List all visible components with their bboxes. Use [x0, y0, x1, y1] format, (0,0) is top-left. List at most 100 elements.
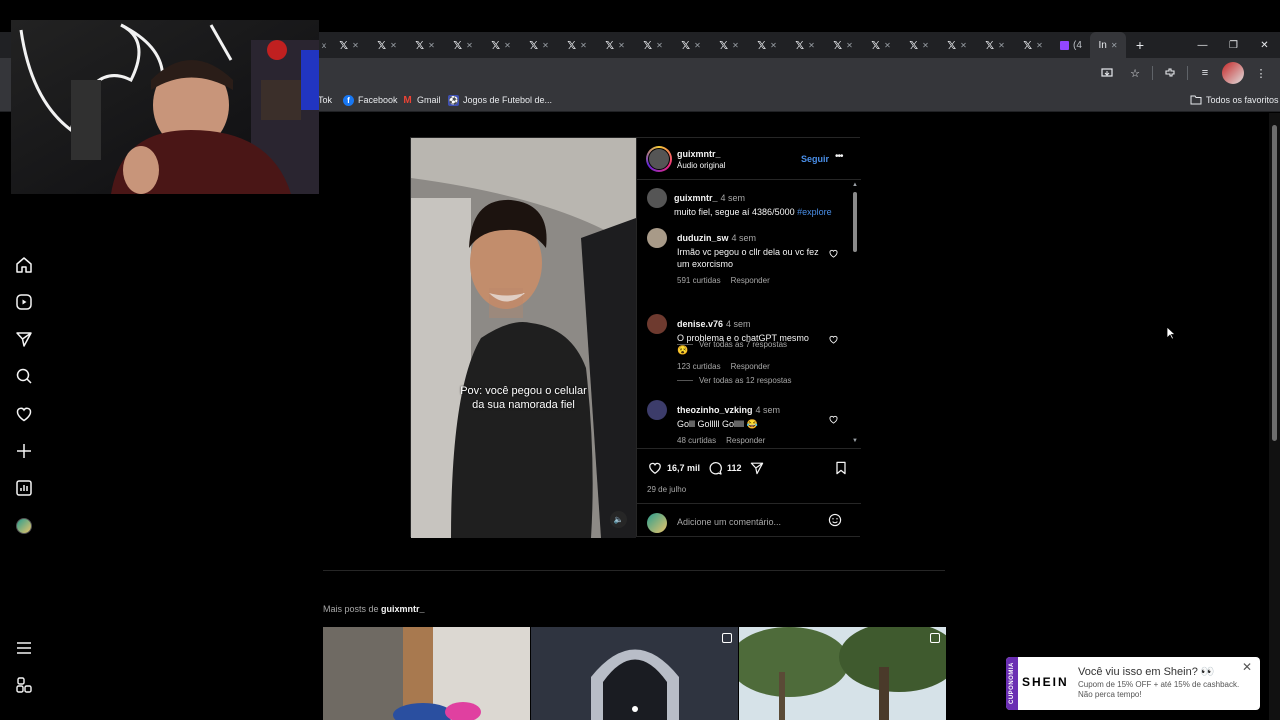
tab-close-icon[interactable]: ✕: [1111, 41, 1118, 50]
browser-menu-icon[interactable]: ⋮: [1250, 62, 1272, 84]
audio-toggle-icon[interactable]: 🔈: [610, 511, 627, 528]
browser-tab-x[interactable]: 𝕏 ✕: [938, 32, 976, 58]
tab-close-icon[interactable]: ✕: [998, 41, 1005, 50]
more-post-thumbnail[interactable]: [531, 627, 738, 720]
bookmark-star-icon[interactable]: ☆: [1124, 62, 1146, 84]
add-comment-input[interactable]: Adicione um comentário...: [677, 517, 781, 527]
comment-like-heart-icon[interactable]: [828, 412, 840, 424]
comment-likes[interactable]: 48 curtidas: [677, 436, 716, 445]
tab-close-icon[interactable]: ✕: [390, 41, 397, 50]
emoji-picker-icon[interactable]: [827, 512, 845, 530]
dashboard-icon[interactable]: [14, 478, 34, 498]
caption-username[interactable]: guixmntr_: [674, 193, 718, 203]
comment-username[interactable]: denise.v76: [677, 319, 723, 329]
browser-tab-x[interactable]: 𝕏 ✕: [900, 32, 938, 58]
tab-close-icon[interactable]: ✕: [846, 41, 853, 50]
save-button[interactable]: [833, 459, 849, 477]
window-close-icon[interactable]: ✕: [1249, 32, 1280, 58]
browser-tab-x[interactable]: 𝕏 ✕: [672, 32, 710, 58]
scroll-down-icon[interactable]: ▼: [851, 438, 859, 444]
reply-button[interactable]: Responder: [731, 276, 770, 285]
more-menu-icon[interactable]: [14, 638, 34, 658]
shein-popup[interactable]: CUPONOMIA SHEIN Você viu isso em Shein? …: [1006, 657, 1260, 710]
browser-tab-x[interactable]: 𝕏 ✕: [710, 32, 748, 58]
minimize-icon[interactable]: —: [1187, 32, 1218, 58]
tab-close-icon[interactable]: ✕: [960, 41, 967, 50]
profile-avatar-nav[interactable]: [16, 518, 32, 534]
comment-likes[interactable]: 591 curtidas: [677, 276, 721, 285]
comment-button[interactable]: 112: [707, 459, 742, 477]
bookmark-tiktok[interactable]: Tok: [318, 88, 332, 112]
tab-close-icon[interactable]: ✕: [542, 41, 549, 50]
new-tab-button[interactable]: +: [1126, 32, 1154, 58]
browser-tab-x[interactable]: 𝕏 ✕: [406, 32, 444, 58]
browser-tab-x[interactable]: 𝕏 ✕: [482, 32, 520, 58]
tab-close-icon[interactable]: ⅹ: [322, 41, 327, 50]
also-from-meta-icon[interactable]: [14, 675, 34, 695]
comment-avatar[interactable]: [647, 400, 667, 420]
tab-close-icon[interactable]: ✕: [580, 41, 587, 50]
browser-tab-x[interactable]: 𝕏 ✕: [444, 32, 482, 58]
browser-tab-x[interactable]: 𝕏 ✕: [596, 32, 634, 58]
author-username[interactable]: guixmntr_: [677, 149, 721, 159]
bookmark-gmail[interactable]: M Gmail: [402, 88, 440, 112]
tab-close-icon[interactable]: ✕: [504, 41, 511, 50]
reels-icon[interactable]: [14, 292, 34, 312]
search-icon[interactable]: [14, 366, 34, 386]
browser-tab-x[interactable]: 𝕏 ✕: [634, 32, 672, 58]
notifications-heart-icon[interactable]: [14, 404, 34, 424]
view-replies-button[interactable]: Ver todas as 12 respostas: [677, 376, 792, 385]
browser-tab-x[interactable]: 𝕏 ✕: [862, 32, 900, 58]
scroll-thumb[interactable]: [853, 192, 857, 252]
comment-like-heart-icon[interactable]: [828, 332, 840, 344]
comment-username[interactable]: duduzin_sw: [677, 233, 729, 243]
caption-avatar[interactable]: [647, 188, 667, 208]
comment-like-heart-icon[interactable]: [828, 246, 840, 258]
tab-close-icon[interactable]: ✕: [732, 41, 739, 50]
install-app-icon[interactable]: [1096, 62, 1118, 84]
comment-username[interactable]: theozinho_vzking: [677, 405, 753, 415]
browser-tab-instagram-active[interactable]: In ✕: [1090, 32, 1126, 58]
browser-tab-x[interactable]: 𝕏 ✕: [748, 32, 786, 58]
popup-close-icon[interactable]: ✕: [1242, 660, 1252, 674]
tab-close-icon[interactable]: ✕: [618, 41, 625, 50]
comment-avatar[interactable]: [647, 314, 667, 334]
restore-icon[interactable]: ❐: [1218, 32, 1249, 58]
create-plus-icon[interactable]: [14, 441, 34, 461]
bookmark-jogos[interactable]: ⚽ Jogos de Futebol de...: [448, 88, 552, 112]
page-scroll-thumb[interactable]: [1272, 125, 1277, 441]
reply-button[interactable]: Responder: [726, 436, 765, 445]
caption-hashtag[interactable]: #explore: [797, 207, 832, 217]
comments-scrollbar[interactable]: ▲ ▼: [851, 182, 859, 448]
tab-close-icon[interactable]: ✕: [884, 41, 891, 50]
reel-video[interactable]: Pov: você pegou o celular da sua namorad…: [411, 138, 636, 538]
tab-partial[interactable]: ⅹ: [318, 32, 330, 58]
tab-close-icon[interactable]: ✕: [656, 41, 663, 50]
browser-tab-x[interactable]: 𝕏 ✕: [558, 32, 596, 58]
browser-tab-x[interactable]: 𝕏 ✕: [824, 32, 862, 58]
tab-close-icon[interactable]: ✕: [466, 41, 473, 50]
tab-close-icon[interactable]: ✕: [808, 41, 815, 50]
audio-link[interactable]: Áudio original: [677, 161, 725, 170]
page-scrollbar[interactable]: [1269, 113, 1280, 720]
bookmark-facebook[interactable]: f Facebook: [343, 88, 398, 112]
browser-tab-x[interactable]: 𝕏 ✕: [1014, 32, 1052, 58]
home-icon[interactable]: [14, 255, 34, 275]
follow-button[interactable]: Seguir: [801, 154, 829, 164]
profile-avatar[interactable]: [1222, 62, 1244, 84]
browser-tab-x[interactable]: 𝕏 ✕: [368, 32, 406, 58]
post-date[interactable]: 29 de julho: [647, 485, 686, 494]
browser-tab-x[interactable]: 𝕏 ✕: [520, 32, 558, 58]
extensions-icon[interactable]: [1159, 62, 1181, 84]
tab-close-icon[interactable]: ✕: [770, 41, 777, 50]
comment-likes[interactable]: 123 curtidas: [677, 362, 721, 371]
share-button[interactable]: [749, 459, 765, 477]
more-options-icon[interactable]: •••: [835, 151, 843, 162]
comment-avatar[interactable]: [647, 228, 667, 248]
tab-close-icon[interactable]: ✕: [428, 41, 435, 50]
more-post-thumbnail[interactable]: [739, 627, 946, 720]
tab-close-icon[interactable]: ✕: [694, 41, 701, 50]
tab-close-icon[interactable]: ✕: [922, 41, 929, 50]
browser-tab-x[interactable]: 𝕏 ✕: [786, 32, 824, 58]
bookmark-all-favorites[interactable]: Todos os favoritos: [1190, 88, 1279, 112]
